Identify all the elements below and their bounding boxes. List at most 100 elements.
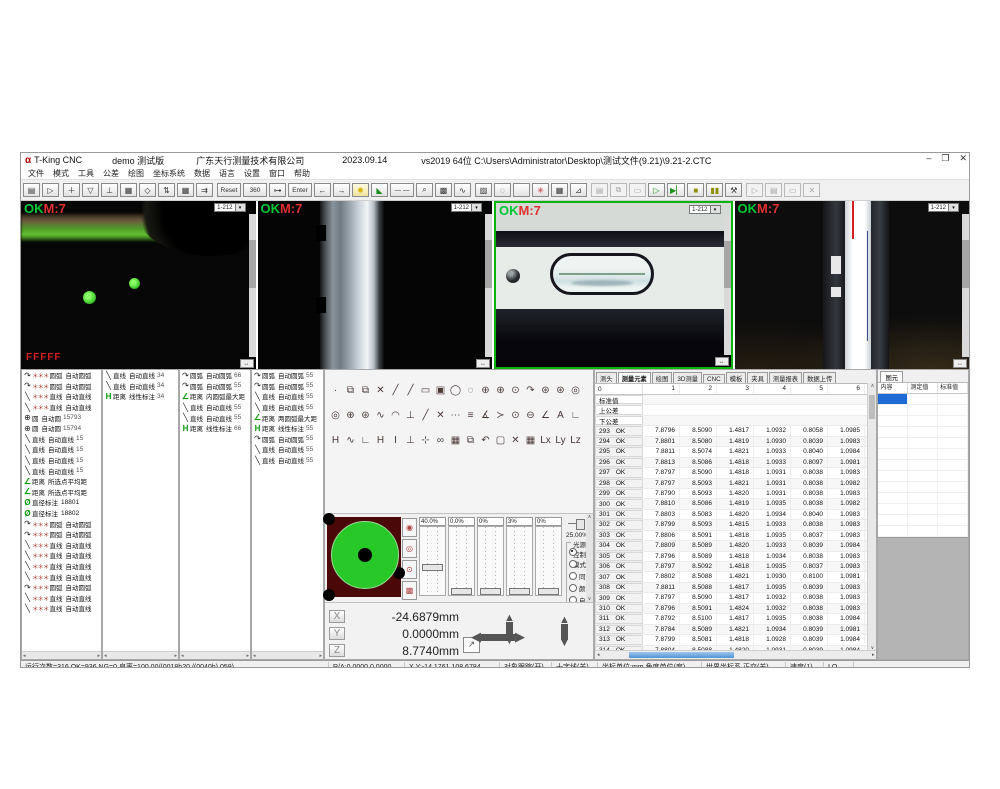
list-item[interactable]: ╲直线自动直线55 xyxy=(252,402,323,413)
table-row[interactable]: 302OK7.87998.50931.48151.09330.80381.098… xyxy=(595,520,876,530)
list-item[interactable]: ╲直线自动直线15 xyxy=(22,455,101,466)
palette-tool-icon[interactable]: ✕ xyxy=(373,383,388,397)
list-item[interactable]: ╲＊＊＊直线自动直线 xyxy=(22,592,101,603)
table-row[interactable]: 310OK7.87968.50911.48241.09320.80381.098… xyxy=(595,604,876,614)
minimize-button[interactable]: – xyxy=(926,153,931,164)
table-row[interactable]: 305OK7.87968.50891.48181.09340.80381.098… xyxy=(595,552,876,562)
grid-tool-button[interactable]: ▦ xyxy=(551,183,568,197)
element-row[interactable] xyxy=(878,394,968,405)
joystick-button[interactable]: ⊶ xyxy=(269,183,286,197)
list-item[interactable]: ╲＊＊＊直线自动直线 xyxy=(22,402,101,413)
palette-tool-icon[interactable]: ▣ xyxy=(433,383,448,397)
element-row[interactable] xyxy=(878,493,968,504)
menu-绘图[interactable]: 绘图 xyxy=(128,168,144,179)
palette-tool-icon[interactable]: ∠ xyxy=(538,408,553,422)
maximize-button[interactable]: ❐ xyxy=(941,153,949,164)
ring-light-preview[interactable] xyxy=(327,517,401,597)
palette-tool-icon[interactable]: ⊖ xyxy=(523,408,538,422)
jog-z-arrow[interactable]: ▲▼ xyxy=(559,617,570,647)
slider-track[interactable] xyxy=(506,526,533,596)
camera-view-2-button[interactable]: ▦ xyxy=(177,183,194,197)
list-item[interactable]: ⊕圆自动圆15794 xyxy=(22,423,101,434)
palette-tool-icon[interactable]: ∟ xyxy=(568,408,583,422)
chevron-down-icon[interactable]: ▾ xyxy=(949,203,959,212)
element-row[interactable] xyxy=(878,427,968,438)
chevron-down-icon[interactable]: ▾ xyxy=(472,203,482,212)
light-segment-button[interactable]: ◎ xyxy=(402,539,417,558)
list-item[interactable]: H距离线性标注34 xyxy=(103,391,178,402)
list-item[interactable]: ╲＊＊＊直线自动直线 xyxy=(22,391,101,402)
dither-button[interactable]: ▨ xyxy=(475,183,492,197)
probe-tool-button[interactable]: ▽ xyxy=(82,183,99,197)
palette-tool-icon[interactable]: ∿ xyxy=(343,433,358,447)
slider-thumb[interactable] xyxy=(451,588,472,595)
run-to-end-button[interactable]: ▶▏ xyxy=(667,183,685,197)
menu-公差[interactable]: 公差 xyxy=(103,168,119,179)
camera-scrollbar[interactable] xyxy=(962,214,969,357)
palette-tool-icon[interactable]: ↷ xyxy=(523,383,538,397)
scroll-right-icon[interactable]: ▸ xyxy=(174,653,177,659)
slider-thumb[interactable] xyxy=(480,588,501,595)
menu-坐标系统[interactable]: 坐标系统 xyxy=(153,168,185,179)
list-item[interactable]: ↷＊＊＊圆弧自动圆弧 xyxy=(22,582,101,593)
list-item[interactable]: ↷圆弧自动圆弧55 xyxy=(252,370,323,381)
element-row[interactable] xyxy=(878,460,968,471)
scroll-right-icon[interactable]: ▸ xyxy=(319,653,322,659)
scroll-left-icon[interactable]: ◂ xyxy=(23,653,26,659)
move-vertical-button[interactable]: ⇅ xyxy=(158,183,175,197)
list-item[interactable]: Ø直径标注18802 xyxy=(22,508,101,519)
menu-语言[interactable]: 语言 xyxy=(219,168,235,179)
menu-模式[interactable]: 模式 xyxy=(53,168,69,179)
palette-tool-icon[interactable]: ⊹ xyxy=(418,433,433,447)
crosshair-tool-button[interactable]: ＋ xyxy=(63,183,80,197)
options-scrollbar[interactable]: ∧∨ xyxy=(586,514,593,602)
list-item[interactable]: ╲直线自动直线15 xyxy=(22,465,101,476)
table-row[interactable]: 293OK7.87968.50901.48171.09320.80581.098… xyxy=(595,426,876,436)
star-tool-button[interactable]: ✳ xyxy=(532,183,549,197)
list-item[interactable]: ⊕圆自动圆15793 xyxy=(22,412,101,423)
camera-resize-handle[interactable]: ↔ xyxy=(476,359,490,368)
step-right-button[interactable]: ⇉ xyxy=(196,183,213,197)
table-row[interactable]: 301OK7.88038.50831.48201.09340.80401.098… xyxy=(595,510,876,520)
palette-tool-icon[interactable]: ⊕ xyxy=(493,383,508,397)
table-row[interactable]: 295OK7.88118.50741.48211.09330.80401.098… xyxy=(595,447,876,457)
tab-CNC[interactable]: CNC xyxy=(703,374,725,383)
palette-tool-icon[interactable]: ◯ xyxy=(448,383,463,397)
option-radio[interactable] xyxy=(569,572,577,580)
palette-tool-icon[interactable]: ✕ xyxy=(508,433,523,447)
scroll-left-icon[interactable]: ◂ xyxy=(104,653,107,659)
element-row[interactable] xyxy=(878,515,968,526)
level-radio[interactable] xyxy=(569,560,577,568)
ring-light-circle[interactable] xyxy=(331,521,399,589)
scroll-right-icon[interactable]: ▸ xyxy=(246,653,249,659)
camera-zoom-combo[interactable]: 1-212▾ xyxy=(689,205,720,214)
menu-窗口[interactable]: 窗口 xyxy=(269,168,285,179)
palette-tool-icon[interactable]: ▦ xyxy=(523,433,538,447)
chevron-down-icon[interactable]: ▾ xyxy=(711,205,721,214)
palette-tool-icon[interactable]: H xyxy=(373,433,388,447)
list-item[interactable]: ╲直线自动直线55 xyxy=(252,391,323,402)
close-button[interactable]: ✕ xyxy=(959,153,967,164)
list-item[interactable]: ╲直线自动直线55 xyxy=(180,402,250,413)
rotate-360-button[interactable]: 360 xyxy=(243,183,267,197)
results-hscrollbar[interactable]: ◂▸ xyxy=(595,650,876,659)
master-intensity-slider[interactable] xyxy=(568,518,583,528)
tab-element[interactable]: 图元 xyxy=(880,371,903,382)
reset-button[interactable]: Reset xyxy=(217,183,241,197)
enter-button[interactable]: Enter xyxy=(288,183,312,197)
palette-tool-icon[interactable]: · xyxy=(328,383,343,397)
camera-resize-handle[interactable]: ↔ xyxy=(953,359,967,368)
run-once-button[interactable]: ▷ xyxy=(648,183,665,197)
list-item[interactable]: ↷圆弧自动圆弧66 xyxy=(180,370,250,381)
table-row[interactable]: 306OK7.87978.50921.48181.09350.80371.098… xyxy=(595,562,876,572)
list-item[interactable]: ∠距离两圆弧最大距 xyxy=(252,412,323,423)
tab-测头[interactable]: 测头 xyxy=(596,372,617,383)
camera-view-4[interactable]: OKM:71-212▾↔ xyxy=(735,201,970,369)
element-row[interactable] xyxy=(878,438,968,449)
palette-tool-icon[interactable]: Ly xyxy=(553,433,568,447)
palette-tool-icon[interactable]: ◎ xyxy=(328,408,343,422)
palette-tool-icon[interactable]: ≡ xyxy=(463,408,478,422)
list-hscrollbar[interactable]: ◂▸ xyxy=(252,651,323,659)
list-item[interactable]: ╲直线自动直线34 xyxy=(103,370,178,381)
list-item[interactable]: Ø直径标注18801 xyxy=(22,497,101,508)
